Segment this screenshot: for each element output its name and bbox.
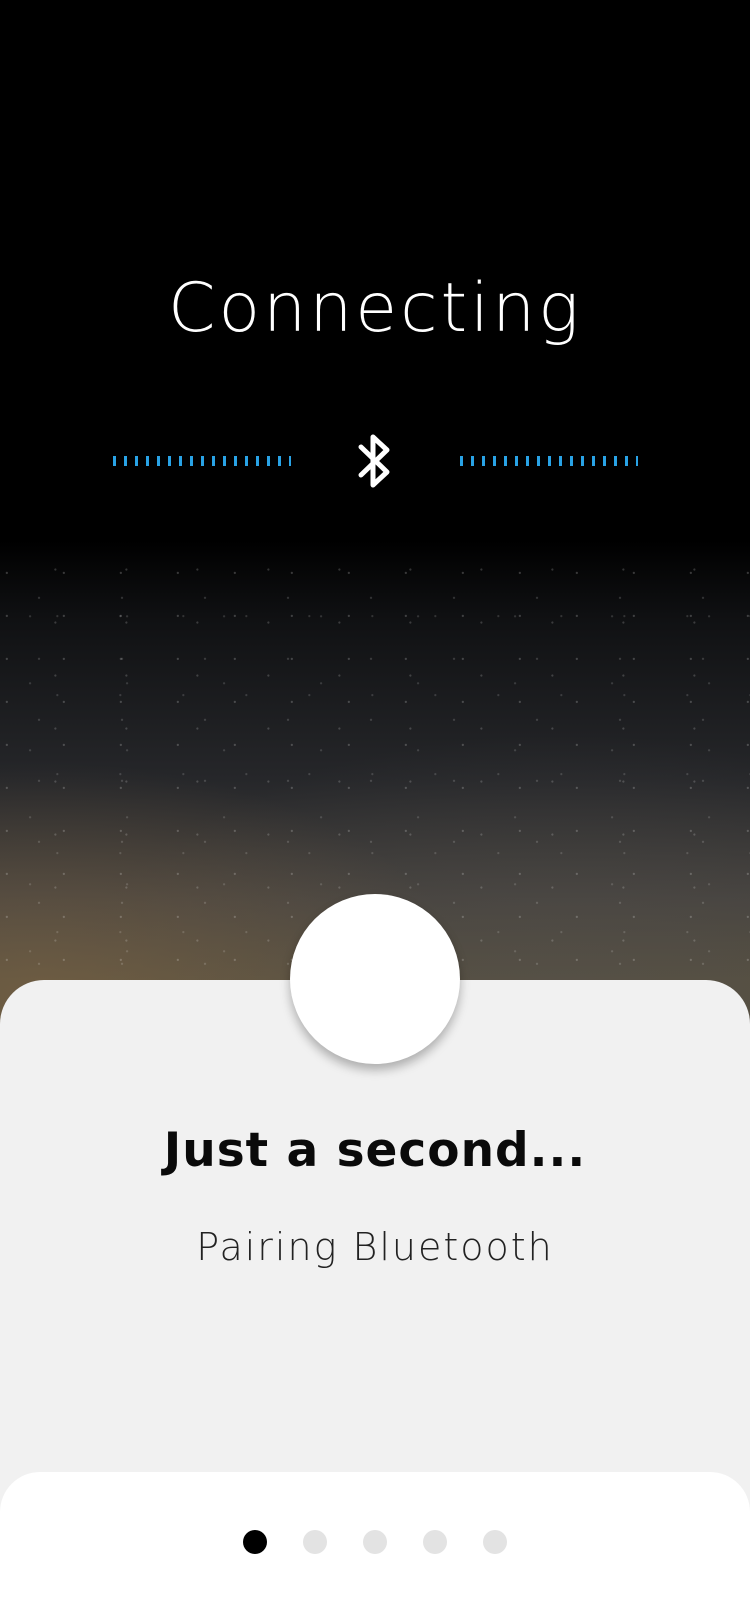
pagination-dot-4[interactable] <box>423 1530 447 1554</box>
page-title: Connecting <box>168 269 582 348</box>
device-avatar <box>290 894 460 1064</box>
pagination-dots <box>0 1530 750 1554</box>
pagination-dot-5[interactable] <box>483 1530 507 1554</box>
connecting-screen: Connecting Just a second... Pairing Blue… <box>0 0 750 1624</box>
pagination-dot-3[interactable] <box>363 1530 387 1554</box>
bluetooth-icon <box>358 434 390 488</box>
status-subheading: Pairing Bluetooth <box>196 1225 554 1269</box>
connection-dashes-left <box>113 456 291 466</box>
connection-dashes-right <box>460 456 638 466</box>
pagination-dot-2[interactable] <box>303 1530 327 1554</box>
pagination-dot-1[interactable] <box>243 1530 267 1554</box>
status-heading: Just a second... <box>163 1123 587 1178</box>
